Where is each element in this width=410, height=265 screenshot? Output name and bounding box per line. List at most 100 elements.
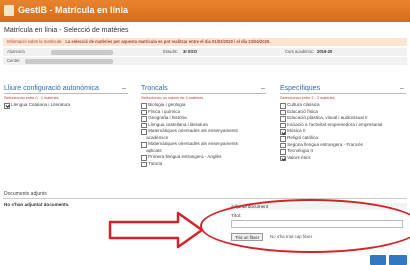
gestib-logo-icon (4, 5, 14, 16)
subject-checkbox[interactable] (141, 103, 147, 109)
subject-option[interactable]: Matemàtiques orientades als ensenyaments (141, 141, 266, 148)
subject-checkbox[interactable] (141, 122, 147, 129)
subject-list: Biologia i geologia Física i química Geo… (141, 102, 266, 168)
subject-checkbox[interactable] (280, 149, 286, 155)
panel-divider (280, 93, 406, 94)
subject-label: Primera llengua estrangera - Anglès (148, 153, 222, 159)
subject-option[interactable]: Educació plàstica, visual i audiovisual … (280, 115, 406, 122)
subject-checkbox[interactable] (141, 129, 147, 135)
panel-core-subjects: Troncals – Seleccionau un màxim de 3 mat… (141, 85, 266, 205)
enrollment-info-banner: Informació sobre la matrícula: La selecc… (3, 38, 407, 46)
file-status-text: No s'ha triat cap fitxer (270, 234, 313, 239)
year-label: Curs acadèmic: (285, 49, 315, 54)
subject-option[interactable]: Música II (280, 128, 406, 135)
subject-label: Música II (287, 128, 306, 134)
subject-option[interactable]: Llengua castellana i literatura (141, 122, 266, 129)
attach-panel-title: Adjunta document (228, 203, 407, 210)
attach-document-panel: Adjunta document Títol: Tria un fitxer N… (228, 203, 407, 245)
panel-divider (141, 93, 266, 94)
center-info-row: Centre (3, 57, 407, 65)
subject-label: Educació plàstica, visual i audiovisual … (287, 115, 368, 121)
year-value: 2019-20 (317, 49, 333, 54)
action-button[interactable] (389, 255, 407, 265)
subject-checkbox[interactable] (280, 103, 286, 109)
panel-divider (4, 93, 128, 94)
subject-checkbox[interactable] (280, 142, 286, 149)
subject-label: Biologia i geologia (148, 102, 186, 107)
student-info-row: Alumne/a Estudis: 3r ESO Curs acadèmic: … (3, 48, 407, 56)
student-name-redacted (51, 49, 113, 55)
panel-subtitle: Seleccionau entre 2 - 3 matèries (280, 96, 335, 100)
documents-divider (3, 198, 407, 199)
subject-option[interactable]: Educació física (280, 109, 406, 116)
red-arrow-icon (108, 211, 204, 249)
subject-option[interactable]: Tecnologia II (280, 148, 406, 155)
subject-label: Llengua Catalana i Literatura (11, 102, 71, 107)
subject-label: Valors ètics (287, 154, 311, 160)
subject-label: Tutoria (148, 160, 163, 166)
center-label: Centre (7, 58, 20, 63)
subject-option[interactable]: Matemàtiques orientades als ensenyaments (141, 128, 266, 135)
study-value: 3r ESO (183, 49, 197, 54)
subject-option[interactable]: Tutoria (141, 161, 266, 168)
center-name-redacted (25, 58, 113, 64)
subject-list: Cultura clàssica Educació física Educaci… (280, 102, 406, 162)
panel-regional-configuration: Lliure configuració autonòmica – Selecci… (4, 85, 128, 205)
subject-option[interactable]: Primera llengua estrangera - Anglès (141, 154, 266, 161)
subject-checkbox[interactable] (280, 129, 286, 135)
subject-checkbox[interactable] (280, 155, 286, 162)
subject-label: Segona llengua estrangera - Francès (287, 141, 363, 147)
subject-option[interactable]: Segona llengua estrangera - Francès (280, 142, 406, 149)
choose-file-button[interactable]: Tria un fitxer (231, 233, 264, 241)
subject-checkbox[interactable] (4, 103, 10, 109)
panel-subtitle: Seleccionau entre 0 - 1 matèries (4, 96, 59, 100)
collapse-icon[interactable]: – (122, 85, 126, 92)
subject-option[interactable]: Biologia i geologia (141, 102, 266, 109)
subject-option[interactable]: Religió catòlica (280, 135, 406, 142)
no-documents-text: No s'han adjuntat documents. (4, 202, 70, 207)
subject-label: Llengua castellana i literatura (148, 121, 208, 127)
subject-label: Cultura clàssica (287, 102, 320, 107)
panel-title: Troncals (141, 85, 168, 92)
subject-option[interactable]: Llengua Catalana i Literatura (4, 102, 128, 109)
action-button[interactable] (370, 255, 386, 265)
subject-label: Tecnologia II (287, 148, 313, 154)
subject-checkbox[interactable] (280, 116, 286, 122)
subject-checkbox[interactable] (280, 109, 286, 116)
subject-checkbox[interactable] (141, 116, 147, 122)
collapse-icon[interactable]: – (261, 85, 265, 92)
collapse-icon[interactable]: – (400, 85, 404, 92)
panel-title: Lliure configuració autonòmica (4, 85, 99, 92)
documents-heading: Documents adjunts (4, 191, 47, 197)
panel-title: Específiques (280, 85, 321, 92)
panel-specific-subjects: Específiques – Seleccionau entre 2 - 3 m… (280, 85, 406, 205)
student-label: Alumne/a (7, 49, 25, 54)
subject-checkbox[interactable] (280, 135, 286, 142)
panel-subtitle: Seleccionau un màxim de 3 matèries (141, 96, 204, 100)
subject-option[interactable]: Cultura clàssica (280, 102, 406, 109)
page-title: Matrícula en línia - Selecció de matèrie… (4, 27, 129, 34)
subject-checkbox[interactable] (280, 122, 286, 129)
title-field-label: Títol: (231, 213, 242, 218)
subject-option[interactable]: Iniciació a l'activitat emprenedora i em… (280, 122, 406, 129)
subject-checkbox[interactable] (141, 109, 147, 116)
info-text: La selecció de matèries per aquesta matr… (65, 39, 271, 44)
app-title: GestIB - Matrícula en línia (18, 5, 129, 15)
subject-label: Religió catòlica (287, 134, 318, 140)
subject-option[interactable]: Física i química (141, 109, 266, 116)
subject-label: Geografia i història (148, 115, 187, 121)
subject-checkbox[interactable] (141, 142, 147, 148)
subject-checkbox[interactable] (141, 154, 147, 161)
subject-checkbox[interactable] (141, 161, 147, 168)
subject-label: Física i química (148, 108, 181, 114)
document-title-input[interactable] (231, 220, 403, 228)
subject-label: Matemàtiques orientades als ensenyaments (148, 141, 238, 147)
attach-title-text: Adjunta document (231, 204, 269, 209)
study-label: Estudis: (163, 49, 178, 54)
app-header: GestIB - Matrícula en línia (0, 0, 410, 22)
subject-option[interactable]: Valors ètics (280, 155, 406, 162)
subject-option[interactable]: Geografia i història (141, 115, 266, 122)
subject-label: Educació física (287, 108, 318, 114)
subject-label: Iniciació a l'activitat emprenedora i em… (287, 121, 383, 127)
subject-label: Matemàtiques orientades als ensenyaments (148, 128, 238, 134)
